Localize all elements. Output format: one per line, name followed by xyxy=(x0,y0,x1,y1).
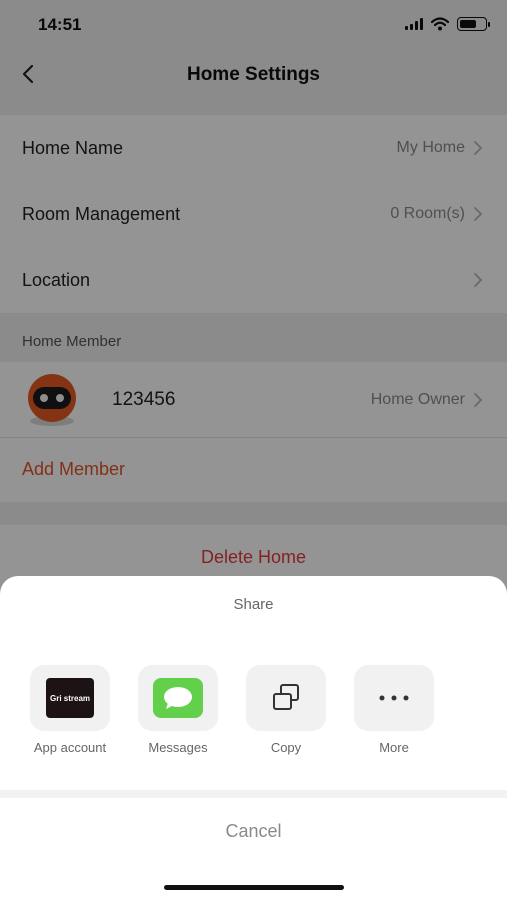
messages-icon xyxy=(153,678,203,718)
cancel-button[interactable]: Cancel xyxy=(0,798,507,864)
sheet-divider xyxy=(0,790,507,798)
share-app-account[interactable]: Gri stream App account xyxy=(30,665,110,755)
app-logo-icon: Gri stream xyxy=(46,678,94,718)
share-sheet-title: Share xyxy=(233,596,274,613)
share-label: App account xyxy=(33,740,107,755)
share-tile: Gri stream xyxy=(30,665,110,731)
share-copy[interactable]: Copy xyxy=(246,665,326,755)
share-messages[interactable]: Messages xyxy=(138,665,218,755)
copy-icon xyxy=(273,684,299,710)
share-label: Copy xyxy=(270,740,302,755)
share-tile xyxy=(138,665,218,731)
share-options: Gri stream App account Messages Copy Mor… xyxy=(30,665,434,755)
share-tile xyxy=(246,665,326,731)
more-dots-icon xyxy=(379,695,409,701)
share-more[interactable]: More xyxy=(354,665,434,755)
share-sheet: Share Gri stream App account Messages Co… xyxy=(0,576,507,900)
share-label: Messages xyxy=(148,740,208,755)
share-label: More xyxy=(379,740,409,755)
app-logo-text: Gri stream xyxy=(49,693,91,703)
home-indicator xyxy=(164,885,344,890)
screen: 14:51 Home Settings Home Name My Home Ro… xyxy=(0,0,507,900)
share-tile xyxy=(354,665,434,731)
